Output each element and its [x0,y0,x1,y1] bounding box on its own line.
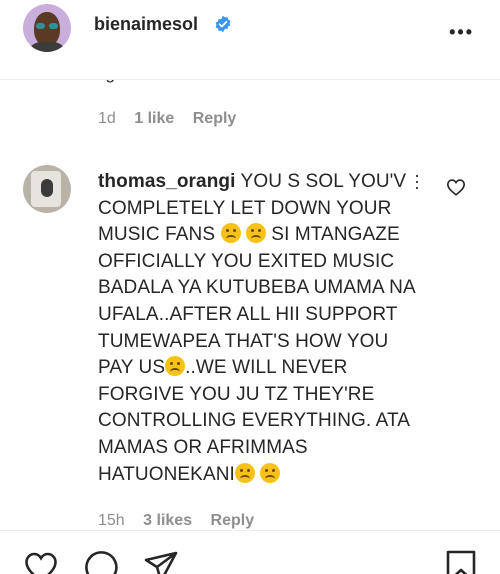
comment-likes[interactable]: 3 likes [143,512,192,529]
crying-face-emoji-icon [260,462,281,483]
author-avatar[interactable] [23,4,71,52]
bookmark-icon[interactable] [443,549,479,574]
crying-face-emoji-icon [245,223,266,244]
comment-like-heart-icon[interactable] [446,178,466,196]
comment-time: 15h [98,512,125,529]
comment-options-icon[interactable]: · · · [414,166,420,196]
comment-body: thomas_orangi YOU S SOL YOU'V COMPLETELY… [98,169,416,488]
crying-face-emoji-icon [165,356,186,377]
crying-face-emoji-icon [234,462,255,483]
verified-badge-icon [215,15,231,33]
more-options-icon[interactable]: ••• [449,22,474,43]
comment-meta: 15h 3 likes Reply [98,512,268,530]
heart-icon[interactable] [23,549,59,574]
post-action-bar [0,530,500,574]
previous-comment-meta: 1d 1 like Reply [98,110,250,128]
comment-reply-button[interactable]: Reply [211,512,255,529]
commenter-avatar[interactable] [23,165,71,213]
comment-icon[interactable] [83,549,119,574]
crying-face-emoji-icon [220,223,241,244]
commenter-username[interactable]: thomas_orangi [98,171,236,192]
previous-comment-reply-button[interactable]: Reply [193,110,237,127]
author-username[interactable]: bienaimesol [94,14,198,35]
post-header: bienaimesol ••• [0,0,500,80]
paper-plane-icon[interactable] [143,549,179,574]
comment-text-part-2: SI MTANGAZE OFFICIALLY YOU EXITED MUSIC … [98,224,415,379]
previous-comment-likes[interactable]: 1 like [134,110,174,127]
previous-comment-time: 1d [98,110,116,127]
